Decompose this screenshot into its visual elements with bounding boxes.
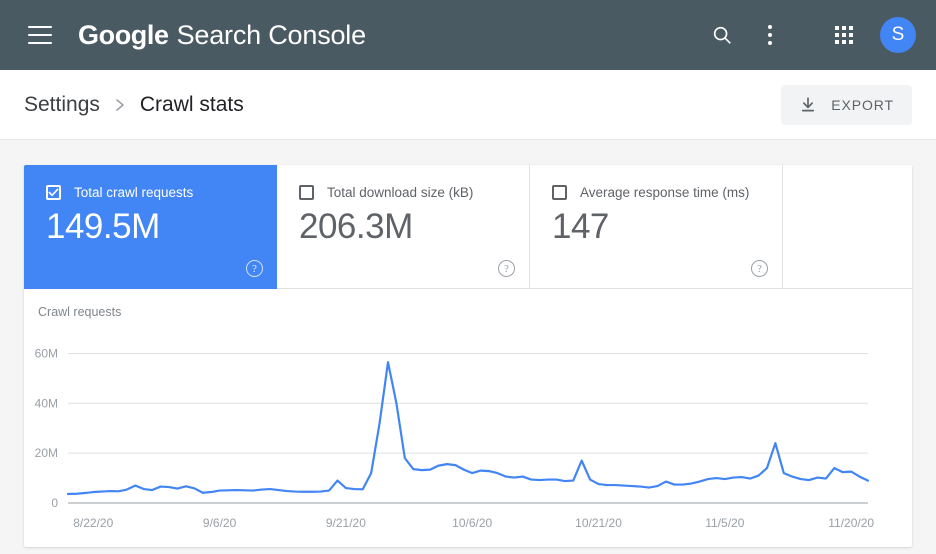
export-label: EXPORT — [831, 96, 894, 113]
search-button[interactable] — [698, 11, 746, 59]
export-button[interactable]: EXPORT — [781, 84, 912, 125]
metric-card-value: 206.3M — [299, 207, 413, 246]
download-icon — [802, 96, 815, 111]
content-area: Total crawl requests 149.5M ? Total down… — [0, 141, 936, 554]
page-title: Crawl stats — [139, 92, 244, 116]
metric-cards-row: Total crawl requests 149.5M ? Total down… — [24, 165, 912, 289]
metric-cards-empty-slot — [783, 165, 912, 289]
help-circle-icon[interactable]: ? — [498, 260, 515, 277]
avatar[interactable]: S — [880, 17, 916, 53]
more-options-button[interactable] — [746, 11, 794, 59]
kebab-menu-icon — [768, 25, 772, 45]
help-circle-icon[interactable]: ? — [751, 260, 768, 277]
checkbox-unchecked-icon[interactable] — [299, 185, 314, 200]
svg-text:20M: 20M — [35, 446, 58, 460]
metric-card-label: Average response time (ms) — [580, 185, 750, 200]
svg-text:9/6/20: 9/6/20 — [203, 516, 237, 530]
chart-canvas: 0 20M 40M 60M 8/22/20 9/6/20 9/21/20 10/6/20 10/… — [35, 346, 875, 530]
metric-card-total-download-size[interactable]: Total download size (kB) 206.3M ? — [277, 165, 530, 289]
metric-card-average-response-time[interactable]: Average response time (ms) 147 ? — [530, 165, 783, 289]
app-bar-actions: S — [698, 11, 936, 59]
help-circle-icon[interactable]: ? — [246, 260, 263, 277]
metric-card-total-crawl-requests[interactable]: Total crawl requests 149.5M ? — [24, 165, 277, 289]
metric-card-header: Total crawl requests — [46, 185, 255, 200]
hamburger-menu-icon[interactable] — [28, 26, 52, 44]
chevron-right-icon — [114, 98, 126, 112]
breadcrumb: Settings Crawl stats — [24, 93, 244, 117]
crawl-requests-chart[interactable]: Crawl requests 0 20M 40M 60M 8/22/20 9/6/20 9/… — [24, 289, 912, 547]
brand-google-text: Google — [78, 19, 169, 50]
metric-card-header: Average response time (ms) — [552, 185, 760, 200]
svg-text:11/20/20: 11/20/20 — [828, 516, 874, 530]
checkbox-checked-icon[interactable] — [46, 185, 61, 200]
app-bar: Google Search Console S — [0, 0, 936, 70]
metric-card-value: 149.5M — [46, 207, 160, 246]
svg-text:9/21/20: 9/21/20 — [326, 516, 366, 530]
metric-card-label: Total download size (kB) — [327, 185, 474, 200]
svg-text:10/21/20: 10/21/20 — [575, 516, 622, 530]
checkbox-unchecked-icon[interactable] — [552, 185, 567, 200]
crawl-stats-panel: Total crawl requests 149.5M ? Total down… — [24, 165, 912, 547]
apps-grid-icon — [835, 26, 853, 44]
metric-card-value: 147 — [552, 207, 609, 246]
svg-text:8/22/20: 8/22/20 — [73, 516, 113, 530]
app-brand: Google Search Console — [78, 20, 366, 51]
svg-text:10/6/20: 10/6/20 — [452, 516, 492, 530]
svg-text:11/5/20: 11/5/20 — [705, 516, 744, 530]
svg-text:0: 0 — [51, 496, 58, 510]
search-icon — [713, 26, 731, 44]
svg-text:60M: 60M — [35, 346, 58, 360]
metric-card-header: Total download size (kB) — [299, 185, 507, 200]
breadcrumb-bar: Settings Crawl stats EXPORT — [0, 70, 936, 140]
brand-product-text: Search Console — [176, 19, 367, 50]
google-apps-button[interactable] — [820, 11, 868, 59]
metric-card-label: Total crawl requests — [74, 185, 194, 200]
breadcrumb-settings-link[interactable]: Settings — [24, 93, 100, 117]
svg-text:40M: 40M — [35, 396, 58, 410]
